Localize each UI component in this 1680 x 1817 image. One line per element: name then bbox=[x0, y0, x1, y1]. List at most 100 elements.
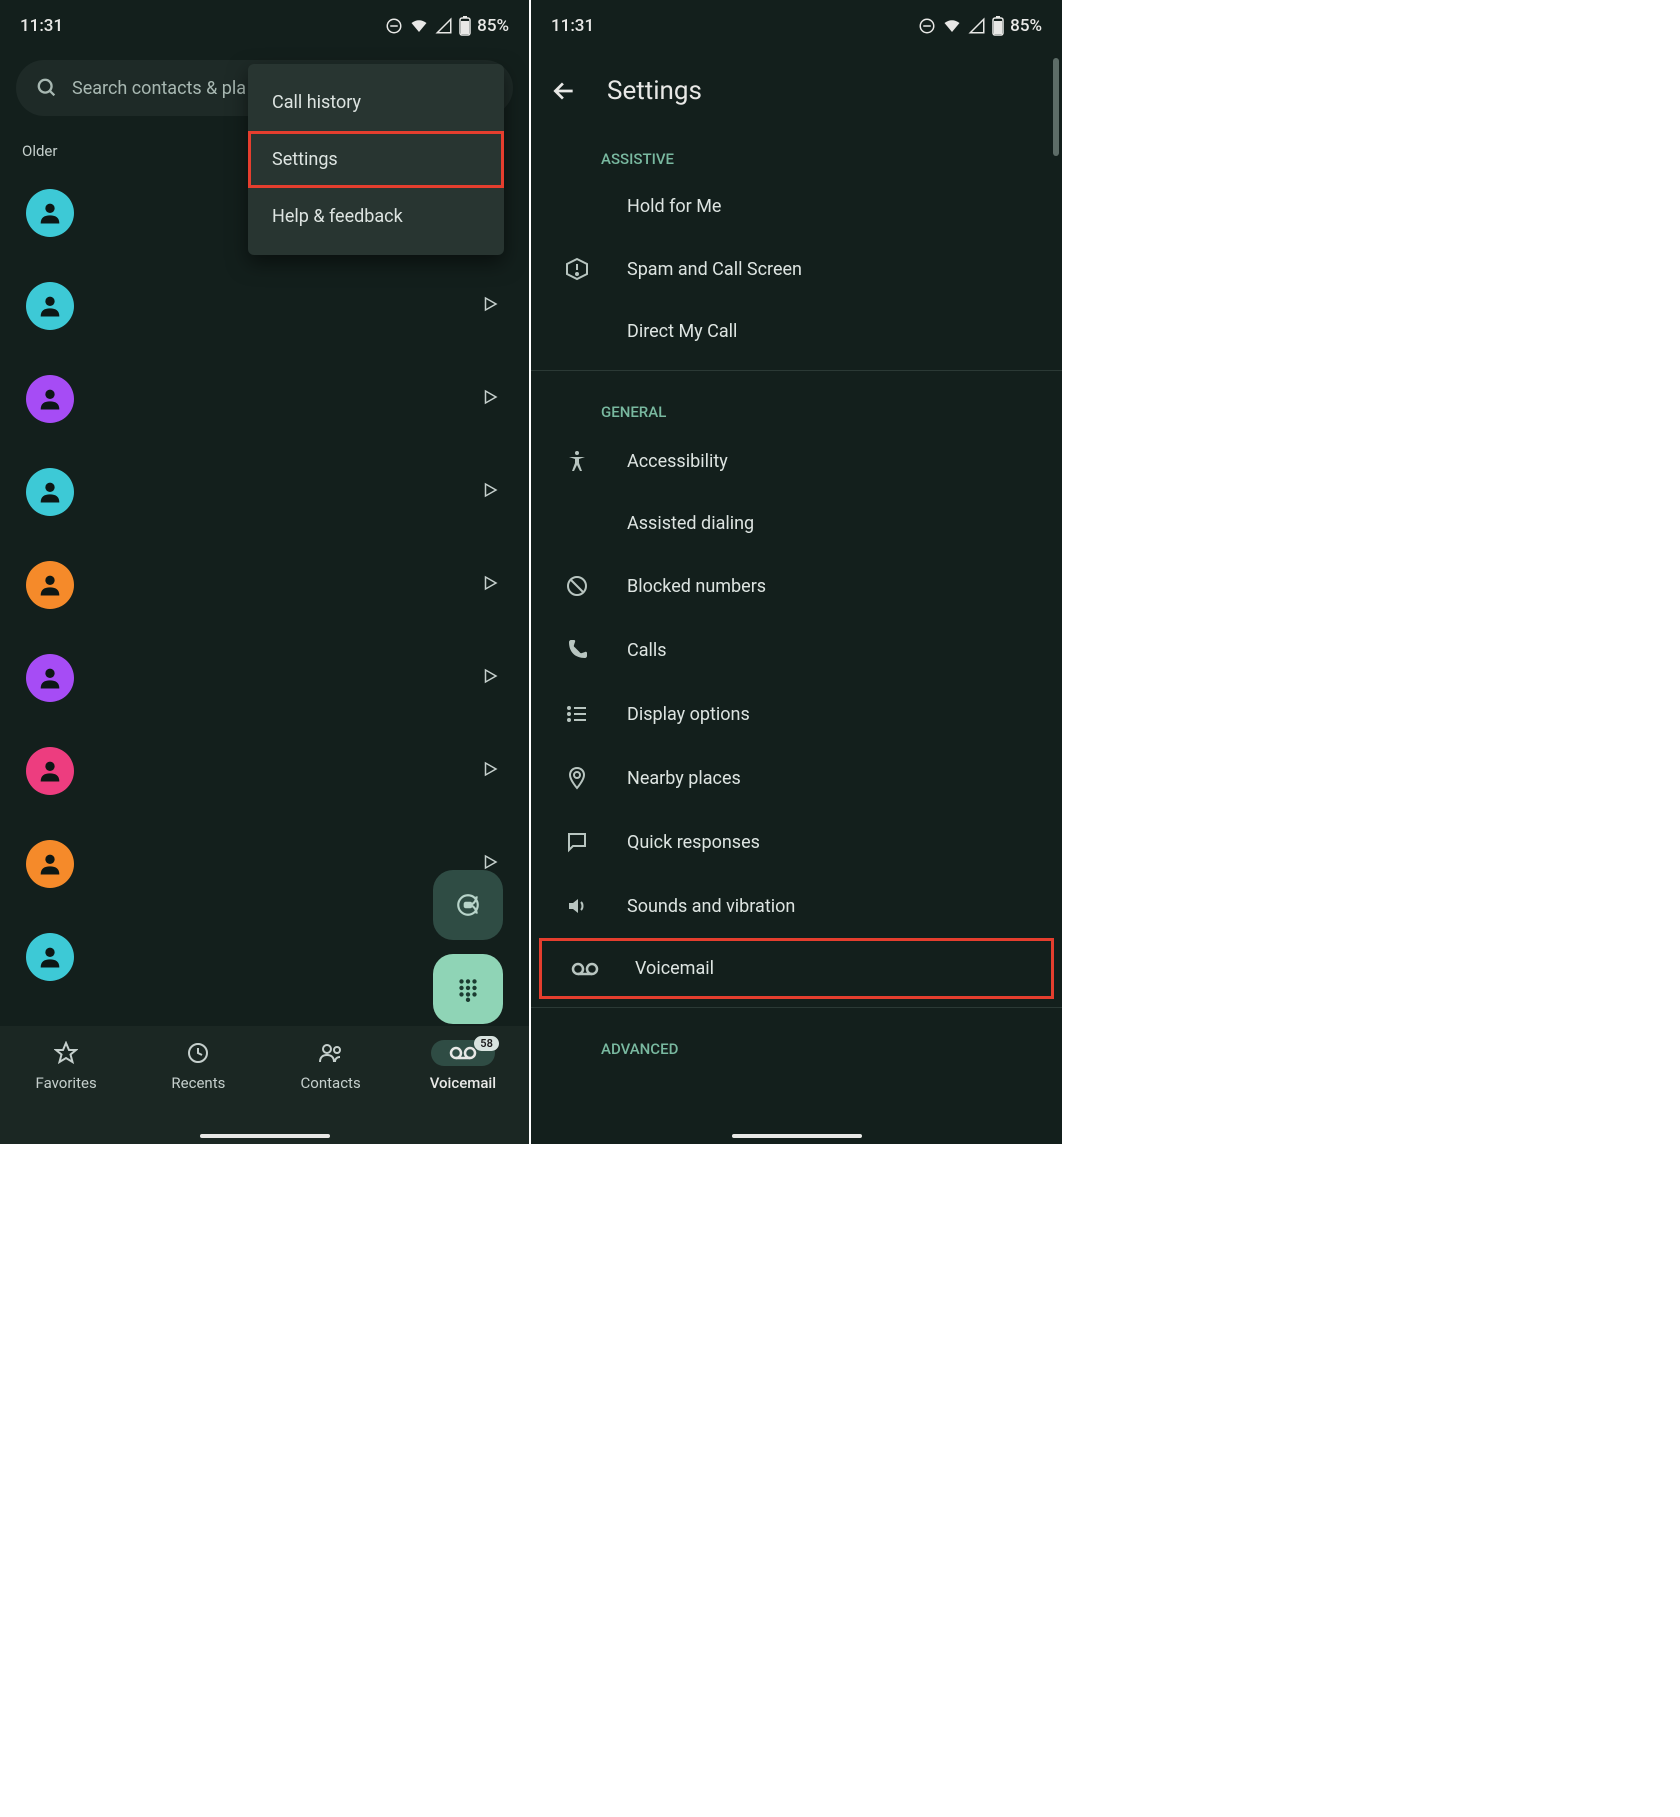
section-assistive: ASSISTIVE bbox=[531, 126, 1062, 176]
play-icon[interactable] bbox=[481, 667, 499, 689]
nav-recents-label: Recents bbox=[171, 1074, 225, 1092]
setting-hold-for-me[interactable]: Hold for Me bbox=[531, 176, 1062, 237]
status-bar: 11:31 85% bbox=[531, 0, 1062, 46]
video-call-fab[interactable] bbox=[433, 870, 503, 940]
section-general: GENERAL bbox=[531, 379, 1062, 429]
play-icon[interactable] bbox=[481, 388, 499, 410]
scrollbar[interactable] bbox=[1053, 58, 1059, 156]
contact-avatar bbox=[26, 189, 74, 237]
setting-label: Nearby places bbox=[627, 768, 741, 789]
contact-row[interactable] bbox=[0, 445, 529, 538]
setting-label: Accessibility bbox=[627, 451, 728, 472]
back-arrow-icon[interactable] bbox=[551, 78, 577, 104]
battery-icon bbox=[459, 16, 471, 36]
contact-row[interactable] bbox=[0, 259, 529, 352]
setting-accessibility[interactable]: Accessibility bbox=[531, 429, 1062, 493]
status-icons: 85% bbox=[918, 16, 1042, 36]
accessibility-icon bbox=[565, 449, 589, 473]
setting-label: Blocked numbers bbox=[627, 576, 766, 597]
nav-voicemail[interactable]: 58 Voicemail bbox=[408, 1040, 518, 1092]
settings-header: Settings bbox=[531, 46, 1062, 126]
contact-avatar bbox=[26, 468, 74, 516]
signal-icon bbox=[435, 17, 453, 35]
overflow-menu: Call history Settings Help & feedback bbox=[248, 64, 504, 255]
setting-voicemail[interactable]: Voicemail bbox=[539, 938, 1054, 999]
gesture-bar bbox=[200, 1134, 330, 1138]
speaker-icon bbox=[565, 894, 589, 918]
wifi-icon bbox=[942, 17, 962, 35]
contact-avatar bbox=[26, 747, 74, 795]
play-icon[interactable] bbox=[481, 760, 499, 782]
video-icon bbox=[455, 892, 481, 918]
contact-avatar bbox=[26, 654, 74, 702]
chat-icon bbox=[565, 830, 589, 854]
dialpad-fab[interactable] bbox=[433, 954, 503, 1024]
phone-screen-voicemail: 11:31 85% Search contacts & pla Older Ca… bbox=[0, 0, 531, 1144]
setting-blocked-numbers[interactable]: Blocked numbers bbox=[531, 554, 1062, 618]
wifi-icon bbox=[409, 17, 429, 35]
bottom-nav: Favorites Recents Contacts 58 Voicemail bbox=[0, 1026, 529, 1144]
nav-favorites[interactable]: Favorites bbox=[11, 1040, 121, 1092]
setting-label: Direct My Call bbox=[627, 321, 737, 342]
setting-calls[interactable]: Calls bbox=[531, 618, 1062, 682]
setting-display-options[interactable]: Display options bbox=[531, 682, 1062, 746]
status-time: 11:31 bbox=[551, 16, 594, 36]
contact-avatar bbox=[26, 933, 74, 981]
setting-spam-call-screen[interactable]: Spam and Call Screen bbox=[531, 237, 1062, 301]
setting-quick-responses[interactable]: Quick responses bbox=[531, 810, 1062, 874]
nav-favorites-label: Favorites bbox=[36, 1074, 97, 1092]
setting-label: Sounds and vibration bbox=[627, 896, 795, 917]
voicemail-icon bbox=[571, 961, 599, 977]
setting-nearby-places[interactable]: Nearby places bbox=[531, 746, 1062, 810]
setting-label: Assisted dialing bbox=[627, 513, 754, 534]
menu-call-history[interactable]: Call history bbox=[248, 74, 504, 131]
battery-icon bbox=[992, 16, 1004, 36]
search-icon bbox=[36, 77, 58, 99]
voicemail-icon bbox=[449, 1045, 477, 1061]
setting-label: Spam and Call Screen bbox=[627, 259, 802, 280]
menu-help-feedback[interactable]: Help & feedback bbox=[248, 188, 504, 245]
dnd-icon bbox=[385, 17, 403, 35]
menu-settings[interactable]: Settings bbox=[248, 131, 504, 188]
contact-row[interactable] bbox=[0, 724, 529, 817]
star-icon bbox=[54, 1041, 78, 1065]
setting-label: Calls bbox=[627, 640, 667, 661]
play-icon[interactable] bbox=[481, 295, 499, 317]
block-icon bbox=[565, 574, 589, 598]
battery-percent: 85% bbox=[477, 16, 509, 36]
setting-direct-my-call[interactable]: Direct My Call bbox=[531, 301, 1062, 362]
contact-row[interactable] bbox=[0, 352, 529, 445]
setting-label: Voicemail bbox=[635, 958, 714, 979]
settings-title: Settings bbox=[607, 76, 702, 106]
contact-row[interactable] bbox=[0, 631, 529, 724]
play-icon[interactable] bbox=[481, 481, 499, 503]
phone-icon bbox=[565, 638, 589, 662]
play-icon[interactable] bbox=[481, 574, 499, 596]
nav-voicemail-label: Voicemail bbox=[430, 1074, 496, 1092]
status-icons: 85% bbox=[385, 16, 509, 36]
setting-sounds-vibration[interactable]: Sounds and vibration bbox=[531, 874, 1062, 938]
divider bbox=[531, 1007, 1062, 1008]
contact-avatar bbox=[26, 561, 74, 609]
phone-screen-settings: 11:31 85% Settings ASSISTIVE Hold for Me… bbox=[531, 0, 1062, 1144]
list-icon bbox=[565, 702, 589, 726]
nav-contacts-label: Contacts bbox=[301, 1074, 361, 1092]
voicemail-badge: 58 bbox=[474, 1036, 499, 1051]
dialpad-icon bbox=[455, 976, 481, 1002]
status-bar: 11:31 85% bbox=[0, 0, 529, 46]
contact-avatar bbox=[26, 840, 74, 888]
clock-icon bbox=[186, 1041, 210, 1065]
contact-avatar bbox=[26, 375, 74, 423]
setting-label: Display options bbox=[627, 704, 750, 725]
search-placeholder: Search contacts & pla bbox=[72, 78, 246, 99]
battery-percent: 85% bbox=[1010, 16, 1042, 36]
dnd-icon bbox=[918, 17, 936, 35]
alert-icon bbox=[565, 257, 589, 281]
nav-contacts[interactable]: Contacts bbox=[276, 1040, 386, 1092]
section-advanced: ADVANCED bbox=[531, 1016, 1062, 1066]
setting-assisted-dialing[interactable]: Assisted dialing bbox=[531, 493, 1062, 554]
contact-row[interactable] bbox=[0, 538, 529, 631]
nav-recents[interactable]: Recents bbox=[143, 1040, 253, 1092]
gesture-bar bbox=[732, 1134, 862, 1138]
pin-icon bbox=[565, 766, 589, 790]
